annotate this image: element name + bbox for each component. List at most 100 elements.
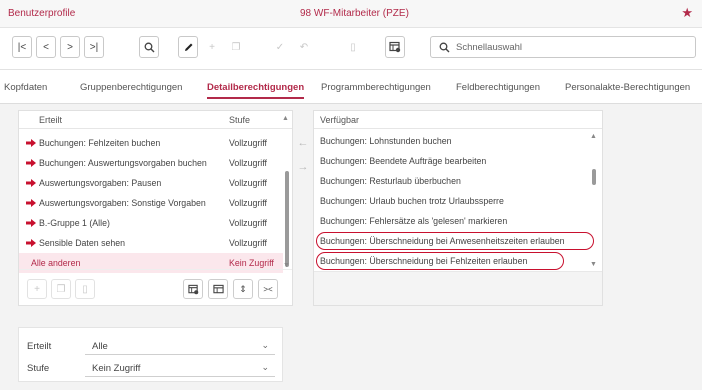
filter-erteilt-select[interactable]: Alle ⌄ bbox=[85, 338, 275, 355]
move-left-button[interactable]: ← bbox=[293, 133, 313, 153]
permission-name: Auswertungsvorgaben: Pausen bbox=[39, 178, 162, 188]
column-header-level[interactable]: Stufe bbox=[229, 115, 250, 125]
app-title: Benutzerprofile bbox=[8, 8, 76, 19]
available-row[interactable]: Buchungen: Lohnstunden buchen bbox=[314, 131, 590, 151]
filter-stufe-select[interactable]: Kein Zugriff ⌄ bbox=[85, 360, 275, 377]
next-record-button[interactable]: > bbox=[60, 36, 80, 58]
column-header-granted[interactable]: Erteilt bbox=[39, 115, 62, 125]
copy-record-button[interactable]: ❐ bbox=[226, 36, 246, 58]
arrow-right-icon: → bbox=[297, 161, 309, 173]
available-row-highlighted[interactable]: Buchungen: Überschneidung bei Fehlzeiten… bbox=[314, 251, 564, 271]
available-row[interactable]: Buchungen: Resturlaub überbuchen bbox=[314, 171, 590, 191]
filter-panel: Erteilt Alle ⌄ Stufe Kein Zugriff ⌄ bbox=[18, 327, 283, 382]
search-icon bbox=[439, 42, 450, 53]
available-row[interactable]: Buchungen: Urlaub buchen trotz Urlaubssp… bbox=[314, 191, 590, 211]
available-row[interactable]: Buchungen: Beendete Aufträge bearbeiten bbox=[314, 151, 590, 171]
permission-name: Buchungen: Überschneidung bei Fehlzeiten… bbox=[320, 256, 528, 266]
save-button[interactable]: ✓ bbox=[270, 36, 290, 58]
filter-erteilt-value: Alle bbox=[92, 341, 108, 352]
permission-name: Buchungen: Überschneidung bei Anwesenhei… bbox=[320, 236, 565, 246]
delete-permission-button[interactable]: ▯ bbox=[75, 279, 95, 299]
tab-detailberechtigungen[interactable]: Detailberechtigungen bbox=[207, 82, 305, 99]
granted-scrollbar[interactable] bbox=[285, 171, 289, 267]
delete-button[interactable]: ▯ bbox=[343, 36, 363, 58]
sort-down-icon[interactable]: ▼ bbox=[283, 262, 290, 269]
available-list-header: Verfügbar bbox=[314, 111, 602, 129]
record-navigation: |< < > >| bbox=[12, 36, 104, 60]
tab-feldberechtigungen[interactable]: Feldberechtigungen bbox=[456, 82, 540, 93]
search-placeholder: Schnellauswahl bbox=[456, 42, 523, 53]
permission-name: B.-Gruppe 1 (Alle) bbox=[39, 218, 110, 228]
plus-icon: + bbox=[209, 41, 215, 53]
available-row[interactable]: Buchungen: Fehlersätze als 'gelesen' mar… bbox=[314, 211, 590, 231]
sort-button[interactable]: ⇕ bbox=[233, 279, 253, 299]
permission-name: Auswertungsvorgaben: Sonstige Vorgaben bbox=[39, 198, 206, 208]
collapse-columns-button[interactable]: >< bbox=[258, 279, 278, 299]
granted-arrow-icon bbox=[26, 139, 36, 147]
move-right-button[interactable]: → bbox=[293, 157, 313, 177]
first-record-button[interactable]: |< bbox=[12, 36, 32, 58]
tab-programmberechtigungen[interactable]: Programmberechtigungen bbox=[321, 82, 431, 93]
tab-personalakte-berechtigungen[interactable]: Personalakte-Berechtigungen bbox=[565, 82, 690, 93]
permission-level: Vollzugriff bbox=[229, 138, 267, 148]
add-permission-button[interactable]: + bbox=[27, 279, 47, 299]
report-icon bbox=[389, 41, 401, 53]
tab-kopfdaten[interactable]: Kopfdaten bbox=[4, 82, 47, 93]
pin-star-icon[interactable]: ★ bbox=[681, 5, 693, 21]
permission-name: Buchungen: Beendete Aufträge bearbeiten bbox=[320, 156, 487, 166]
chevron-down-icon: ⌄ bbox=[261, 362, 269, 372]
granted-row[interactable]: Auswertungsvorgaben: Pausen Vollzugriff bbox=[19, 173, 283, 193]
find-button[interactable] bbox=[139, 36, 159, 58]
granted-row[interactable]: B.-Gruppe 1 (Alle) Vollzugriff bbox=[19, 213, 283, 233]
granted-row[interactable]: Sensible Daten sehen Vollzugriff bbox=[19, 233, 283, 253]
new-record-button[interactable]: + bbox=[202, 36, 222, 58]
permission-name: Buchungen: Lohnstunden buchen bbox=[320, 136, 452, 146]
last-record-button[interactable]: >| bbox=[84, 36, 104, 58]
chevron-down-icon: ⌄ bbox=[261, 340, 269, 350]
permission-name: Sensible Daten sehen bbox=[39, 238, 126, 248]
table-view-button[interactable] bbox=[208, 279, 228, 299]
trash-icon: ▯ bbox=[82, 283, 88, 295]
undo-icon: ↶ bbox=[299, 41, 309, 53]
available-list-footer bbox=[314, 271, 602, 305]
copy-icon: ❐ bbox=[56, 283, 66, 295]
permission-name: Buchungen: Fehlersätze als 'gelesen' mar… bbox=[320, 216, 508, 226]
edit-button[interactable] bbox=[178, 36, 198, 58]
granted-actions: + ❐ ▯ ⇕ >< bbox=[19, 269, 292, 305]
granted-list-header: Erteilt Stufe ▲ bbox=[19, 111, 292, 129]
copy-permission-button[interactable]: ❐ bbox=[51, 279, 71, 299]
granted-arrow-icon bbox=[26, 199, 36, 207]
plus-icon: + bbox=[34, 283, 40, 295]
granted-arrow-icon bbox=[26, 219, 36, 227]
scroll-up-icon[interactable]: ▲ bbox=[590, 133, 597, 140]
granted-arrow-icon bbox=[26, 239, 36, 247]
granted-row[interactable]: Buchungen: Fehlzeiten buchen Vollzugriff bbox=[19, 133, 283, 153]
granted-row[interactable]: Auswertungsvorgaben: Sonstige Vorgaben V… bbox=[19, 193, 283, 213]
available-row-highlighted[interactable]: Buchungen: Überschneidung bei Anwesenhei… bbox=[314, 231, 594, 251]
permission-name: Alle anderen bbox=[31, 258, 81, 268]
available-scrollbar[interactable] bbox=[592, 169, 596, 185]
table-icon bbox=[212, 284, 224, 293]
granted-arrow-icon bbox=[26, 179, 36, 187]
permission-level: Vollzugriff bbox=[229, 158, 267, 168]
granted-permissions-list: Erteilt Stufe ▲ Buchungen: Fehlzeiten bu… bbox=[18, 110, 293, 306]
granted-row[interactable]: Buchungen: Auswertungsvorgaben buchen Vo… bbox=[19, 153, 283, 173]
permission-name: Buchungen: Resturlaub überbuchen bbox=[320, 176, 461, 186]
report-button[interactable] bbox=[183, 279, 203, 299]
scroll-down-icon[interactable]: ▼ bbox=[590, 261, 597, 268]
report-button[interactable] bbox=[385, 36, 405, 58]
permission-level: Kein Zugriff bbox=[229, 258, 274, 268]
tab-gruppenberechtigungen[interactable]: Gruppenberechtigungen bbox=[80, 82, 182, 93]
tab-bar: Kopfdaten Gruppenberechtigungen Detailbe… bbox=[0, 70, 702, 104]
toolbar: |< < > >| + ❐ ✓ ↶ ▯ Schnellauswahl bbox=[0, 28, 702, 70]
column-header-available[interactable]: Verfügbar bbox=[320, 115, 359, 125]
sort-up-icon[interactable]: ▲ bbox=[282, 115, 289, 122]
trash-icon: ▯ bbox=[350, 41, 356, 53]
previous-record-button[interactable]: < bbox=[36, 36, 56, 58]
undo-button[interactable]: ↶ bbox=[294, 36, 314, 58]
up-down-arrows-icon: ⇕ bbox=[239, 283, 247, 294]
permission-level: Vollzugriff bbox=[229, 178, 267, 188]
filter-stufe-value: Kein Zugriff bbox=[92, 363, 141, 374]
checkmark-icon: ✓ bbox=[275, 41, 285, 53]
quick-search-input[interactable]: Schnellauswahl bbox=[430, 36, 696, 58]
